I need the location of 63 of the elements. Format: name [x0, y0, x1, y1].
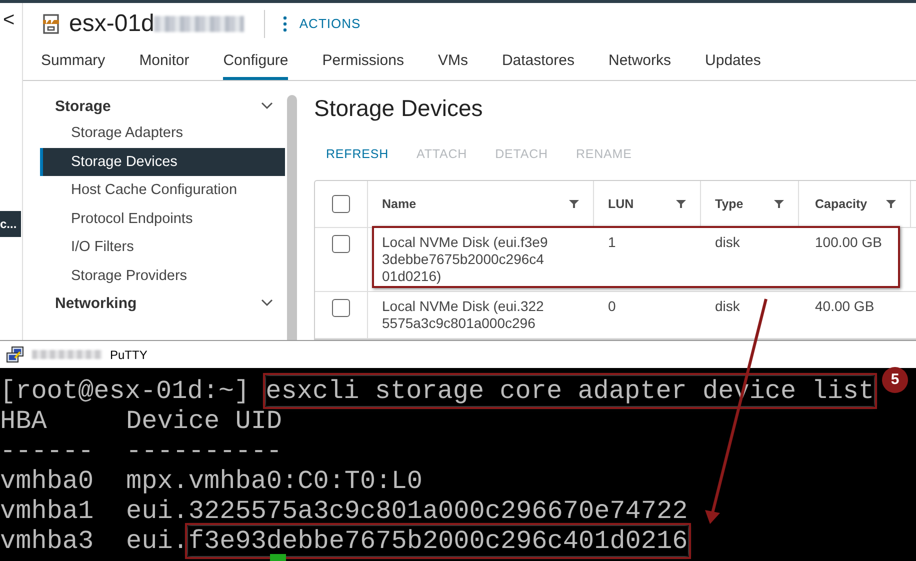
table-row[interactable]: Local NVMe Disk (eui.322 5575a3c9c801a000c296 0 disk 40.00 GB — [315, 292, 916, 339]
redacted-text — [32, 350, 102, 359]
host-title: esx-01d — [69, 10, 154, 38]
checkbox[interactable] — [332, 195, 350, 213]
terminal-text: vmhba1 — [0, 496, 95, 526]
column-header[interactable]: Capacity — [815, 197, 868, 211]
step-badge: 5 — [882, 367, 908, 393]
column-header[interactable]: LUN — [608, 197, 634, 211]
tab[interactable]: Datastores — [502, 44, 574, 80]
table-cell-text: Local NVMe Disk (eui.322 5575a3c9c801a000c296 — [382, 298, 545, 332]
back-button[interactable]: < — [0, 3, 22, 32]
page-title: Storage Devices — [314, 95, 484, 122]
tab[interactable]: Configure — [223, 44, 288, 80]
toolbar-button[interactable]: REFRESH — [326, 144, 389, 164]
terminal-text: eui. — [126, 526, 188, 556]
tab[interactable]: Updates — [705, 44, 761, 80]
table-cell-text: Local NVMe Disk (eui.f3e93debbe7675b2000c296c401d0216) — [382, 234, 549, 285]
sidebar-item[interactable]: Storage Providers — [40, 262, 285, 290]
terminal-text: Device UID — [126, 406, 282, 436]
sidebar-item[interactable]: Storage Devices — [40, 148, 285, 176]
filter-icon[interactable] — [676, 199, 686, 209]
terminal-text: ------ — [0, 436, 95, 466]
column-header[interactable]: Name — [382, 197, 416, 211]
checkbox[interactable] — [332, 235, 350, 253]
actions-button[interactable]: ACTIONS — [283, 16, 361, 32]
filter-icon[interactable] — [886, 199, 896, 209]
table-cell: 0 — [608, 298, 616, 314]
prompt-text: [root@esx-01d:~] — [0, 376, 250, 406]
computer-icon — [6, 346, 24, 364]
terminal-text: HBA — [0, 406, 48, 436]
server-icon — [41, 12, 61, 34]
filter-icon[interactable] — [569, 199, 579, 209]
tab[interactable]: VMs — [438, 44, 468, 80]
sidebar-group-header[interactable]: Storage — [40, 93, 285, 119]
sidebar-item[interactable]: I/O Filters — [40, 233, 285, 262]
terminal-text: vmhba0 — [0, 466, 95, 496]
scrollbar[interactable] — [287, 95, 297, 340]
table-cell: 1 — [608, 234, 616, 250]
column-header[interactable]: Type — [715, 197, 744, 211]
highlighted-text: f3e93debbe7675b2000c296c401d0216 — [188, 526, 688, 556]
window-title: PuTTY — [110, 348, 148, 362]
tab[interactable]: Networks — [608, 44, 672, 80]
sidebar-group-header[interactable]: Networking — [40, 290, 285, 316]
terminal-text: eui.3225575a3c9c801a000c296670e74722 — [126, 496, 688, 526]
table-cell: 100.00 GB — [815, 234, 882, 250]
sidebar-item[interactable]: Host Cache Configuration — [40, 176, 285, 204]
sidebar-item[interactable]: Protocol Endpoints — [40, 204, 285, 233]
tab[interactable]: Permissions — [322, 44, 404, 80]
tab[interactable]: Summary — [41, 44, 106, 80]
checkbox[interactable] — [332, 299, 350, 317]
collapsed-item[interactable]: c... — [0, 211, 21, 237]
table-cell: disk — [715, 298, 740, 314]
cursor-icon — [270, 554, 286, 561]
table-cell: 40.00 GB — [815, 298, 874, 314]
terminal-text: mpx.vmhba0:C0:T0:L0 — [126, 466, 422, 496]
table-cell: disk — [715, 234, 740, 250]
filter-icon[interactable] — [774, 199, 784, 209]
table-row[interactable]: Local NVMe Disk (eui.f3e93debbe7675b2000c296c401d0216) 1 disk 100.00 GB — [315, 228, 916, 292]
terminal-text: ---------- — [126, 436, 282, 466]
terminal-text: vmhba3 — [0, 526, 95, 556]
more-icon — [283, 16, 288, 32]
sidebar-item[interactable]: Storage Adapters — [40, 119, 285, 148]
tab[interactable]: Monitor — [139, 44, 190, 80]
